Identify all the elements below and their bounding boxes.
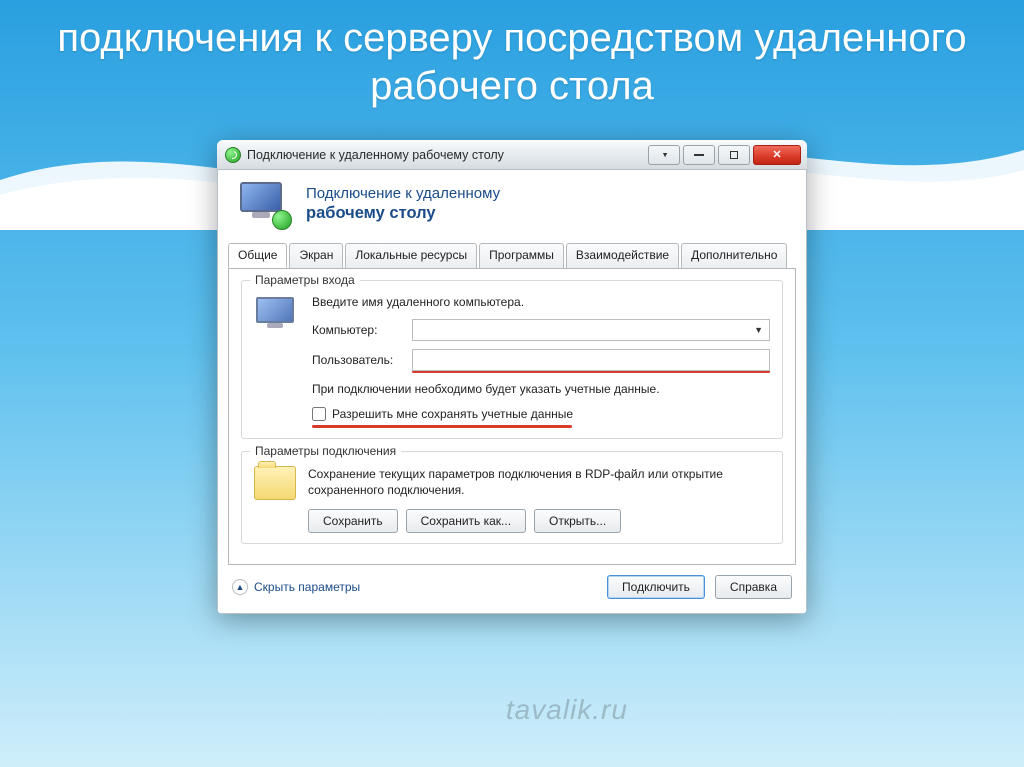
tab-general-panel: Параметры входа Введите имя удаленного к… xyxy=(228,268,796,565)
slide-title: подключения к серверу посредством удален… xyxy=(0,0,1024,110)
connection-group: Параметры подключения Сохранение текущих… xyxy=(241,451,783,543)
dialog-footer: ▲ Скрыть параметры Подключить Справка xyxy=(218,565,806,613)
open-button[interactable]: Открыть... xyxy=(534,509,621,533)
allow-save-label: Разрешить мне сохранять учетные данные xyxy=(332,407,573,421)
tab-2[interactable]: Локальные ресурсы xyxy=(345,243,477,268)
window-title: Подключение к удаленному рабочему столу xyxy=(247,148,648,162)
chevron-down-icon: ▼ xyxy=(754,325,763,335)
banner-line1: Подключение к удаленному xyxy=(306,184,500,204)
highlight-underline-2 xyxy=(312,425,572,428)
chevron-up-icon: ▲ xyxy=(232,579,248,595)
tabs: ОбщиеЭкранЛокальные ресурсыПрограммыВзаи… xyxy=(228,243,796,269)
window-titlebar[interactable]: Подключение к удаленному рабочему столу … xyxy=(217,140,807,170)
dialog-banner: Подключение к удаленному рабочему столу xyxy=(218,170,806,242)
login-hint: Введите имя удаленного компьютера. xyxy=(312,295,770,309)
minimize-button[interactable] xyxy=(683,145,715,165)
tab-0[interactable]: Общие xyxy=(228,243,287,268)
help-button[interactable]: Справка xyxy=(715,575,792,599)
tab-4[interactable]: Взаимодействие xyxy=(566,243,679,268)
allow-save-checkbox[interactable] xyxy=(312,407,326,421)
folder-icon xyxy=(254,466,296,500)
computer-label: Компьютер: xyxy=(312,323,412,337)
computer-icon xyxy=(254,295,300,339)
connection-desc: Сохранение текущих параметров подключени… xyxy=(308,466,770,498)
connect-button[interactable]: Подключить xyxy=(607,575,705,599)
user-input[interactable] xyxy=(412,349,770,371)
maximize-button[interactable] xyxy=(718,145,750,165)
rdc-banner-icon xyxy=(234,180,290,228)
tab-5[interactable]: Дополнительно xyxy=(681,243,787,268)
save-button[interactable]: Сохранить xyxy=(308,509,398,533)
banner-line2: рабочему столу xyxy=(306,203,500,224)
rdc-app-icon xyxy=(225,147,241,163)
connection-group-title: Параметры подключения xyxy=(250,444,401,458)
hide-params-label: Скрыть параметры xyxy=(254,580,360,594)
watermark: tavalik.ru xyxy=(506,694,628,726)
computer-combobox[interactable]: ▼ xyxy=(412,319,770,341)
dropdown-button[interactable]: ▾ xyxy=(648,145,680,165)
save-as-button[interactable]: Сохранить как... xyxy=(406,509,526,533)
hide-params-link[interactable]: ▲ Скрыть параметры xyxy=(232,579,360,595)
login-group: Параметры входа Введите имя удаленного к… xyxy=(241,280,783,439)
close-button[interactable]: ✕ xyxy=(753,145,801,165)
credentials-note: При подключении необходимо будет указать… xyxy=(312,381,770,397)
tab-3[interactable]: Программы xyxy=(479,243,564,268)
tab-1[interactable]: Экран xyxy=(289,243,343,268)
login-group-title: Параметры входа xyxy=(250,273,360,287)
rdc-dialog: Подключение к удаленному рабочему столу … xyxy=(217,140,807,614)
user-label: Пользователь: xyxy=(312,353,412,367)
